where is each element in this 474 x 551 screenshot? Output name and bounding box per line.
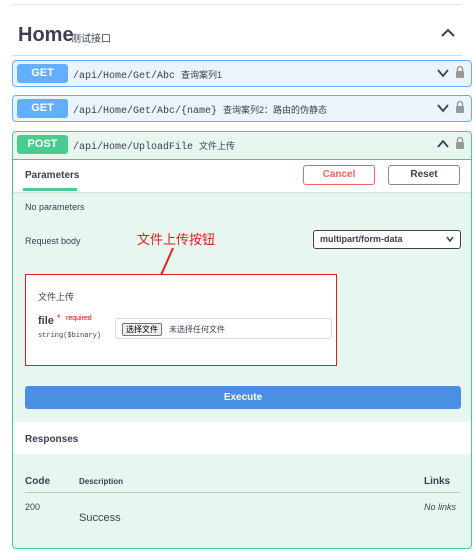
top-divider (12, 4, 462, 5)
chevron-up-icon[interactable] (440, 26, 456, 40)
operation-summary: 查询案列1 (181, 70, 223, 80)
param-name: file (38, 315, 54, 327)
opblock-get-abc[interactable]: GET /api/Home/Get/Abc 查询案列1 (12, 60, 472, 87)
header-links: Links (424, 476, 451, 487)
upload-form-box: 文件上传 file * required string($binary) 选择文… (25, 274, 337, 366)
responses-title: Responses (25, 434, 79, 445)
chevron-down-icon (446, 236, 454, 243)
section-header-home[interactable]: Home 测试接口 (12, 14, 462, 56)
operation-summary: 文件上传 (199, 141, 236, 151)
header-code: Code (25, 476, 50, 487)
required-label: required (66, 315, 92, 322)
param-type: string($binary) (38, 332, 102, 340)
tab-underline (23, 188, 77, 191)
chevron-down-icon[interactable] (437, 68, 449, 78)
request-body-label: Request body (25, 236, 81, 246)
chevron-down-icon[interactable] (437, 103, 449, 113)
operation-path: /api/Home/Get/Abc/{name} 查询案列2：路由的伪静态 (73, 103, 327, 117)
responses-bar: Responses (13, 422, 471, 454)
method-badge-get: GET (17, 64, 68, 83)
reset-button[interactable]: Reset (388, 165, 460, 185)
choose-file-button[interactable]: 选择文件 (122, 323, 162, 336)
chevron-up-icon[interactable] (437, 139, 449, 149)
required-star: * (57, 313, 61, 323)
tab-parameters[interactable]: Parameters (25, 170, 79, 181)
no-parameters-text: No parameters (25, 202, 85, 212)
operation-path-text: /api/Home/UploadFile (73, 142, 194, 153)
cancel-button[interactable]: Cancel (303, 165, 375, 185)
response-code: 200 (25, 502, 41, 512)
opblock-post-uploadfile: POST /api/Home/UploadFile 文件上传 Parameters… (12, 131, 472, 549)
section-description: 测试接口 (71, 34, 111, 45)
header-description: Description (79, 477, 124, 486)
table-divider (25, 492, 461, 493)
method-badge-post: POST (17, 135, 68, 154)
opblock-summary[interactable]: POST /api/Home/UploadFile 文件上传 (13, 132, 471, 160)
lock-icon[interactable] (455, 65, 465, 79)
lock-icon[interactable] (455, 136, 465, 150)
response-description: Success (79, 512, 121, 524)
operation-path: /api/Home/Get/Abc 查询案列1 (73, 68, 222, 82)
method-badge-get: GET (17, 99, 68, 118)
section-title: Home (18, 24, 74, 46)
parameters-bar: Parameters Cancel Reset (13, 160, 471, 192)
operation-path: /api/Home/UploadFile 文件上传 (73, 139, 235, 153)
operation-path-text: /api/Home/Get/Abc (73, 71, 176, 82)
no-file-text: 未选择任何文件 (169, 325, 225, 334)
operation-path-text: /api/Home/Get/Abc/{name} (73, 106, 218, 117)
operation-summary: 查询案列2：路由的伪静态 (223, 105, 328, 115)
response-links: No links (424, 502, 457, 512)
file-input[interactable]: 选择文件 未选择任何文件 (115, 318, 332, 339)
content-type-value: multipart/form-data (320, 234, 403, 244)
lock-icon[interactable] (455, 100, 465, 114)
opblock-get-abc-name[interactable]: GET /api/Home/Get/Abc/{name} 查询案列2：路由的伪静态 (12, 95, 472, 122)
execute-button[interactable]: Execute (25, 386, 461, 409)
upload-title: 文件上传 (38, 292, 75, 302)
content-type-select[interactable]: multipart/form-data (313, 230, 461, 249)
